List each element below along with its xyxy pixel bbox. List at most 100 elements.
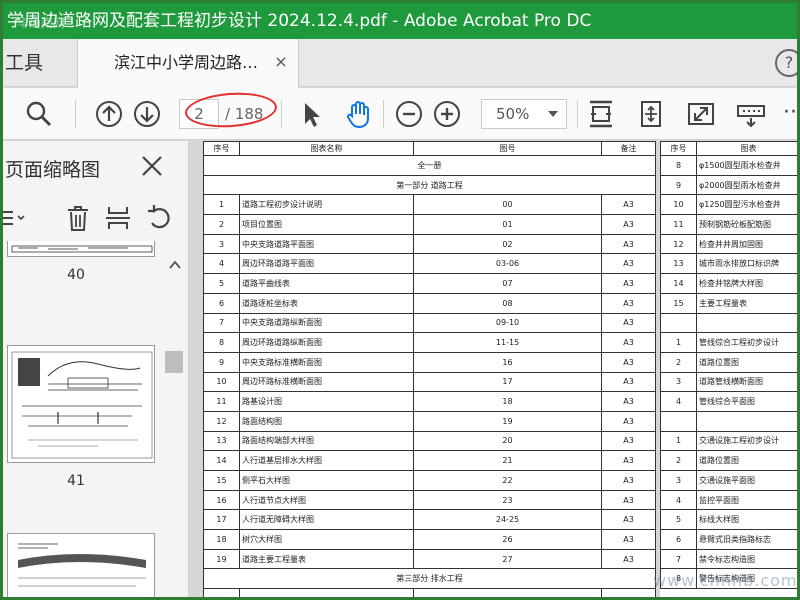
thumbnail-list: 40 41 xyxy=(3,241,163,597)
table-header-row: 序号 图表 xyxy=(660,141,797,156)
drawing-name: 标线大样图 xyxy=(696,509,797,531)
row-number: 18 xyxy=(203,529,240,550)
row-number xyxy=(660,312,697,334)
drawing-name: 道路逐桩坐标表 xyxy=(239,292,414,314)
close-tab-icon[interactable]: × xyxy=(272,53,290,71)
drawing-number: 22 xyxy=(413,470,602,491)
row-number: 5 xyxy=(203,273,240,294)
sheet-size: A3 xyxy=(601,194,656,216)
drawing-name: 城市雨水排放口标识牌 xyxy=(696,253,797,275)
drawing-number: 21 xyxy=(413,450,602,471)
zoom-level-select[interactable]: 50% xyxy=(481,99,567,129)
scrollbar-thumb[interactable] xyxy=(165,351,183,373)
drawing-name: 道路位置图 xyxy=(696,351,797,373)
drawing-name: 人行道无障碍大样图 xyxy=(239,509,414,531)
full-screen-icon[interactable] xyxy=(685,98,717,130)
sheet-size: A3 xyxy=(601,548,656,570)
delete-page-icon[interactable] xyxy=(63,203,93,233)
toolbar-divider xyxy=(281,100,282,128)
hand-tool-icon[interactable] xyxy=(343,98,375,130)
table-row: 6 悬臂式旧类指路标志 xyxy=(660,529,797,550)
drawing-name: 禁令标志构造图 xyxy=(696,548,797,570)
tab-document[interactable]: 滨江中小学周边路… × xyxy=(77,39,299,88)
drawing-name: 道路工程初步设计说明 xyxy=(239,194,414,216)
tab-tools[interactable]: 工具 xyxy=(3,39,43,87)
table-row: 11 预制钢筋砼板配筋图 xyxy=(660,214,797,235)
drawing-name xyxy=(696,410,797,432)
table-row: 13 路面结构端部大样图 20 A3 xyxy=(203,430,656,452)
row-number: 10 xyxy=(203,371,240,393)
page-thumbnails-panel: 页面缩略图 40 41 xyxy=(3,141,189,597)
rotate-page-icon[interactable] xyxy=(635,98,667,130)
table-row: 9 φ2000圆型雨水检查井 xyxy=(660,174,797,196)
sheet-size: A3 xyxy=(601,450,656,471)
section-title: 第一部分 道路工程 xyxy=(203,174,656,196)
options-menu-icon[interactable] xyxy=(3,203,27,233)
row-number: 19 xyxy=(203,548,240,570)
sheet-size: A3 xyxy=(601,470,656,491)
table-row: 9 中央支路标准横断面图 16 A3 xyxy=(203,351,656,373)
table-row: 2 道路位置图 xyxy=(660,450,797,471)
page-thumbnail-42[interactable] xyxy=(7,533,155,597)
volume-row: 全一册 xyxy=(203,155,656,176)
sheet-size: A3 xyxy=(601,489,656,511)
toolbar-divider xyxy=(577,100,578,128)
drawing-name: 交通设施工程初步设计 xyxy=(696,430,797,452)
fit-page-icon[interactable] xyxy=(585,98,617,130)
table-header-row: 序号 图表名称 图号 备注 xyxy=(203,141,656,156)
drawing-name: 管线综合平面图 xyxy=(696,391,797,412)
section-row: 第一部分 道路工程 xyxy=(203,174,656,196)
drawing-number: 16 xyxy=(413,351,602,373)
sheet-size: A3 xyxy=(601,233,656,255)
table-row: 3 交通设施平面图 xyxy=(660,470,797,491)
tab-document-label: 滨江中小学周边路… xyxy=(114,53,259,72)
drawing-name xyxy=(696,312,797,334)
drawing-number: 26 xyxy=(413,529,602,550)
table-row: 18 树穴大样图 26 A3 xyxy=(203,529,656,550)
drawing-name: 路基设计图 xyxy=(239,391,414,412)
drawing-name: 树穴大样图 xyxy=(239,529,414,550)
drawing-number: 18 xyxy=(413,391,602,412)
table-row: 15 主要工程量表 xyxy=(660,292,797,314)
drawing-name: 交通设施平面图 xyxy=(696,470,797,491)
page-thumbnail-40[interactable] xyxy=(7,241,155,257)
drawing-name: 人行道节点大样图 xyxy=(239,489,414,511)
table-row xyxy=(203,588,656,597)
table-row: 3 中央支路道路平面图 02 A3 xyxy=(203,233,656,255)
table-row: 4 周边环路道路平面图 03-06 A3 xyxy=(203,253,656,275)
help-icon[interactable]: ? xyxy=(775,49,797,77)
drawing-index-table: 序号 图表名称 图号 备注 全一册 第一部分 道路工程 1 道路工程初步设计说明 0… xyxy=(203,141,656,597)
rotate-thumbnail-icon[interactable] xyxy=(145,203,175,233)
next-page-icon[interactable] xyxy=(131,98,163,130)
scroll-up-icon[interactable] xyxy=(169,259,181,271)
page-thumbnail-41[interactable] xyxy=(7,345,155,463)
zoom-out-icon[interactable] xyxy=(393,98,425,130)
previous-page-icon[interactable] xyxy=(93,98,125,130)
drawing-name: 检查井铭牌大样图 xyxy=(696,273,797,294)
keyboard-icon[interactable] xyxy=(735,98,767,130)
close-panel-icon[interactable] xyxy=(139,153,165,179)
more-tools-icon[interactable]: ··· xyxy=(783,98,797,128)
header-cell: 图表名称 xyxy=(239,141,414,156)
search-icon[interactable] xyxy=(23,98,55,130)
table-row: 14 人行道基层排水大样图 21 A3 xyxy=(203,450,656,471)
section-row: 第三部分 排水工程 xyxy=(203,568,656,590)
thumbnail-label: 41 xyxy=(67,473,85,489)
drawing-number: 09-10 xyxy=(413,312,602,334)
drawing-name: 道路位置图 xyxy=(696,450,797,471)
table-row: 12 路面结构图 19 A3 xyxy=(203,410,656,432)
drawing-name: 人行道基层排水大样图 xyxy=(239,450,414,471)
document-view[interactable]: 序号 图表名称 图号 备注 全一册 第一部分 道路工程 1 道路工程初步设计说明 0… xyxy=(190,141,797,597)
row-number: 14 xyxy=(660,273,697,294)
extract-pages-icon[interactable] xyxy=(103,203,133,233)
title-bar: 学周边道路网及配套工程初步设计 2024.12.4.pdf - Adobe Ac… xyxy=(3,3,797,39)
row-number: 3 xyxy=(660,371,697,393)
select-cursor-icon[interactable] xyxy=(295,98,327,130)
sheet-size: A3 xyxy=(601,509,656,531)
pdf-page: 序号 图表名称 图号 备注 全一册 第一部分 道路工程 1 道路工程初步设计说明 0… xyxy=(203,141,656,597)
thumbnail-scrollbar[interactable] xyxy=(163,241,187,597)
zoom-in-icon[interactable] xyxy=(431,98,463,130)
table-row: 7 禁令标志构造图 xyxy=(660,548,797,570)
sheet-size: A3 xyxy=(601,214,656,235)
table-row: 15 侧平石大样图 22 A3 xyxy=(203,470,656,491)
